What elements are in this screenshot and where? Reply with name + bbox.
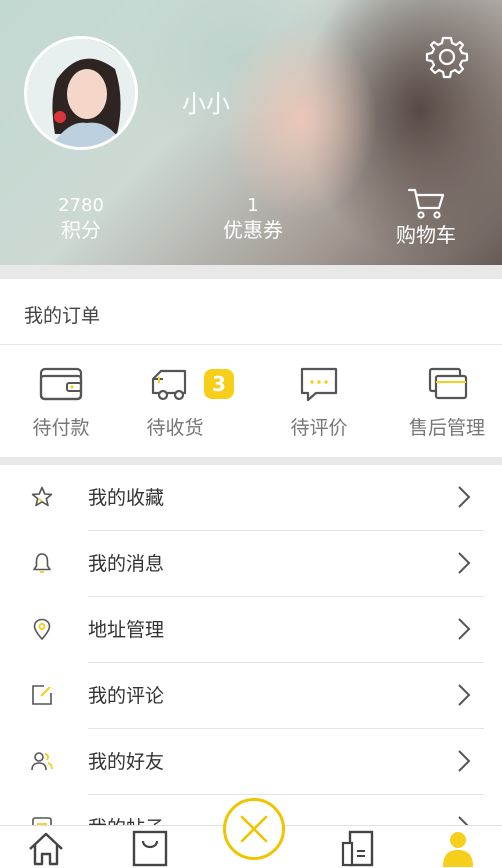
order-label: 待收货 (146, 417, 204, 439)
menu-item-label: 我的帖子 (88, 813, 164, 825)
chevron-right-icon (458, 552, 471, 574)
coupons-stat[interactable]: 1 优惠券 (220, 195, 286, 243)
post-icon (32, 817, 52, 825)
center-x-icon (240, 815, 268, 843)
cart-icon (407, 188, 445, 219)
menu-list: 我的收藏 我的消息 地址管理 我的评论 我的好友 (0, 465, 502, 825)
chevron-right-icon (458, 684, 471, 706)
gear-icon[interactable] (424, 34, 470, 80)
person-icon (443, 832, 473, 867)
order-label: 待付款 (32, 417, 90, 439)
chevron-right-icon (458, 486, 471, 508)
center-action-button[interactable] (223, 798, 285, 860)
profile-header: 小小 2780 积分 1 优惠券 购物车 (0, 0, 502, 265)
order-after-sales[interactable]: 售后管理 (392, 365, 502, 440)
menu-item-address[interactable]: 地址管理 (0, 597, 502, 663)
order-pending-payment[interactable]: 待付款 (6, 365, 116, 440)
menu-item-label: 我的收藏 (88, 487, 165, 509)
section-divider (0, 265, 502, 279)
points-label: 积分 (61, 218, 101, 242)
order-status-row: 待付款 待收货 待评价 售后管理 (0, 345, 502, 457)
shopping-bag-icon (132, 830, 168, 867)
home-icon (29, 832, 63, 866)
chat-bubble-icon (300, 367, 338, 402)
star-icon (31, 486, 53, 507)
menu-item-messages[interactable]: 我的消息 (0, 531, 502, 597)
chevron-right-icon (458, 750, 471, 772)
friends-icon (31, 752, 53, 771)
menu-item-label: 我的消息 (88, 553, 165, 575)
points-stat[interactable]: 2780 积分 (56, 195, 106, 243)
tab-home[interactable] (26, 829, 66, 867)
edit-icon (32, 685, 52, 705)
truck-icon (151, 369, 187, 401)
order-label: 待评价 (290, 417, 348, 439)
tab-profile[interactable] (438, 829, 478, 867)
user-avatar-photo (27, 39, 135, 147)
bell-icon (33, 553, 51, 573)
cart-label: 购物车 (396, 223, 456, 247)
avatar[interactable] (24, 36, 138, 150)
document-icon (341, 830, 374, 867)
cart-stat[interactable]: 购物车 (392, 186, 460, 248)
chevron-right-icon (458, 618, 471, 640)
menu-item-label: 我的评论 (88, 685, 165, 707)
location-pin-icon (33, 618, 51, 641)
my-orders-title: 我的订单 (24, 305, 101, 327)
order-pending-review[interactable]: 待评价 (264, 365, 374, 440)
my-orders-header[interactable]: 我的订单 (0, 279, 502, 345)
delivery-count-badge: 3 (204, 369, 234, 399)
tab-shop[interactable] (130, 829, 170, 867)
menu-item-label: 我的好友 (88, 751, 165, 773)
menu-item-comments[interactable]: 我的评论 (0, 663, 502, 729)
username: 小小 (182, 90, 230, 118)
menu-item-label: 地址管理 (88, 619, 165, 641)
tab-orders[interactable] (338, 829, 378, 867)
order-label: 售后管理 (408, 417, 485, 439)
coupons-value: 1 (247, 195, 259, 216)
section-divider (0, 457, 502, 465)
menu-item-friends[interactable]: 我的好友 (0, 729, 502, 795)
coupons-label: 优惠券 (223, 218, 283, 242)
stacked-cards-icon (428, 367, 468, 400)
menu-item-favorites[interactable]: 我的收藏 (0, 465, 502, 531)
chevron-right-icon (458, 816, 469, 825)
wallet-icon (39, 367, 83, 401)
points-value: 2780 (58, 195, 104, 216)
